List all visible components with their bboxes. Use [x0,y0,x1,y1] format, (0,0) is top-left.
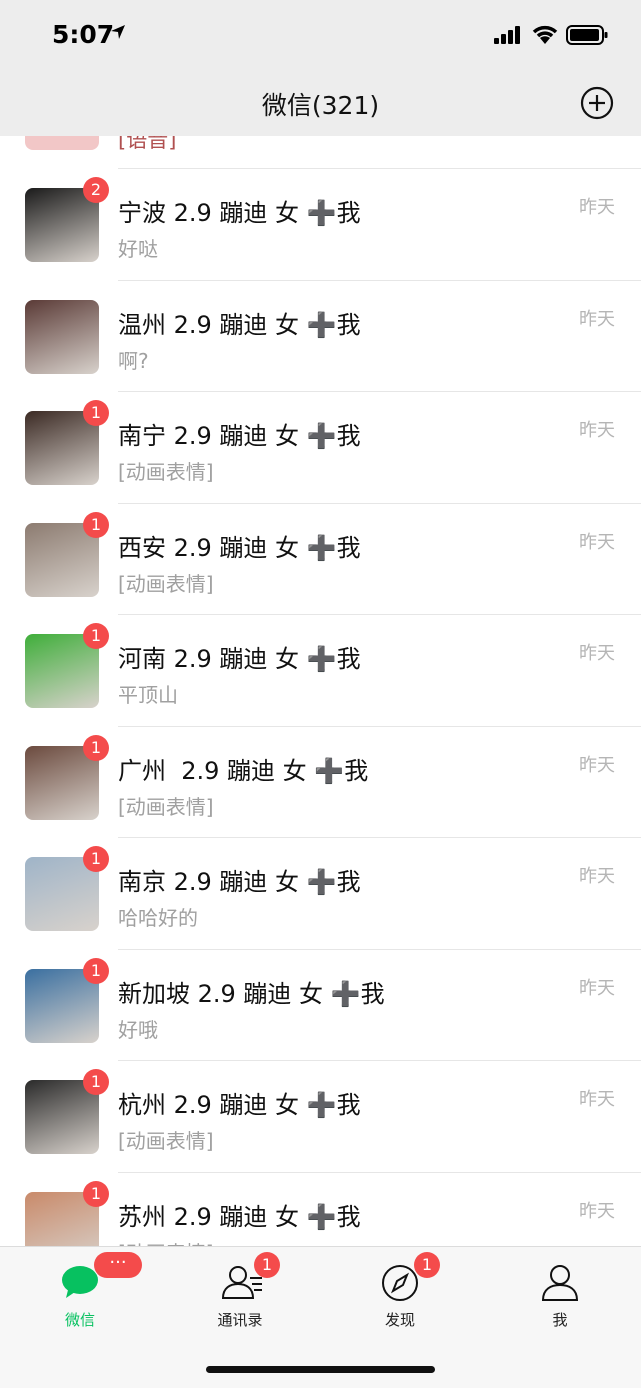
chat-preview: [动画表情] [118,571,214,596]
tab-discover[interactable]: 发现 1 [340,1247,460,1337]
unread-badge: 1 [83,1180,109,1207]
chat-preview: 好哦 [118,1017,158,1042]
chat-name: 新加坡 2.9 蹦迪 女 ➕我 [118,979,385,1008]
status-bar: 5:07 [0,0,641,70]
chat-time: 昨天 [579,1200,615,1222]
chat-name: 南京 2.9 蹦迪 女 ➕我 [118,868,361,896]
chat-preview: 啊? [118,348,149,373]
chat-time: 昨天 [579,531,615,553]
chat-preview: [动画表情] [118,794,214,819]
status-time: 5:07 [52,20,115,49]
chat-name: 河南 2.9 蹦迪 女 ➕我 [118,645,361,673]
chat-name: 广州 2.9 蹦迪 女 ➕我 [118,756,369,785]
unread-badge: 1 [83,846,109,872]
battery-icon [566,25,608,45]
chat-preview: 哈哈好的 [118,906,198,930]
chat-time: 昨天 [579,420,615,441]
chat-row[interactable]: 1 苏州 2.9 蹦迪 女 ➕我 [动画表情] 昨天 [0,1173,641,1247]
tab-contacts[interactable]: 通讯录 1 [180,1247,300,1337]
chat-time: 昨天 [579,977,615,999]
chat-row[interactable]: 温州 2.9 蹦迪 女 ➕我啊? 昨天 [0,281,641,392]
chat-row[interactable]: 1 广州 2.9 蹦迪 女 ➕我 [动画表情] 昨天 [0,727,641,838]
cellular-signal-icon [494,26,520,44]
chat-time: 昨天 [579,643,615,664]
tab-badge: 1 [254,1252,280,1278]
nav-bar: 微信(321) [0,70,641,136]
chat-name: 苏州 2.9 蹦迪 女 ➕我 [118,1202,361,1231]
tab-badge: 1 [414,1252,440,1278]
wifi-icon [532,25,558,44]
avatar [25,136,99,150]
chat-time: 昨天 [579,308,615,330]
chat-time: 昨天 [579,1089,615,1110]
chat-name: 南宁 2.9 蹦迪 女 ➕我 [118,422,361,450]
chat-preview: 好哒 [118,237,158,261]
tab-chats[interactable]: 微信 ··· [20,1247,142,1337]
tab-label: 发现 [384,1311,415,1329]
unread-badge: 1 [83,400,109,426]
tab-label: 微信 [64,1311,95,1329]
chat-row-partial[interactable]: [语音] [0,136,641,169]
chat-row[interactable]: 1 南京 2.9 蹦迪 女 ➕我哈哈好的 昨天 [0,838,641,950]
chat-row[interactable]: 1 杭州 2.9 蹦迪 女 ➕我 [动画表情] 昨天 [0,1061,641,1173]
chat-row[interactable]: 2 宁波 2.9 蹦迪 女 ➕我好哒 昨天 [0,169,641,281]
unread-badge: 1 [83,511,109,538]
chat-name: 杭州 2.9 蹦迪 女 ➕我 [118,1091,361,1119]
avatar [25,299,99,374]
tab-label: 通讯录 [217,1311,263,1329]
chat-name: 温州 2.9 蹦迪 女 ➕我 [118,310,361,339]
chat-preview: [语音] [118,136,177,152]
chat-row[interactable]: 1 南宁 2.9 蹦迪 女 ➕我 [动画表情] 昨天 [0,392,641,504]
chat-preview: [动画表情] [118,1237,214,1247]
add-circle-icon[interactable] [580,86,614,120]
chat-time: 昨天 [579,866,615,887]
chat-time: 昨天 [579,754,615,776]
chat-row[interactable]: 1 河南 2.9 蹦迪 女 ➕我平顶山 昨天 [0,615,641,727]
chat-preview: [动画表情] [118,460,214,484]
chat-list[interactable]: [语音] 2 宁波 2.9 蹦迪 女 ➕我 好哒 昨天 温州 2.9 蹦迪 女 ➕我 啊?… [0,136,641,1246]
unread-badge: 2 [83,177,109,203]
person-icon [541,1265,579,1301]
location-arrow-icon [111,25,125,39]
tab-badge: ··· [94,1252,142,1278]
home-indicator [206,1366,435,1373]
unread-badge: 1 [83,957,109,984]
tab-label: 我 [552,1311,568,1329]
tab-me[interactable]: 我 [500,1247,620,1337]
unread-badge: 1 [83,1069,109,1095]
chat-preview: 平顶山 [118,683,178,707]
chat-row[interactable]: 1 西安 2.9 蹦迪 女 ➕我 [动画表情] 昨天 [0,504,641,615]
unread-badge: 1 [83,623,109,649]
chat-preview: [动画表情] [118,1129,214,1153]
unread-badge: 1 [83,734,109,761]
chat-name: 西安 2.9 蹦迪 女 ➕我 [118,533,361,562]
chat-name: 宁波 2.9 蹦迪 女 ➕我 [118,199,361,227]
chat-row[interactable]: 1 新加坡 2.9 蹦迪 女 ➕我好哦 昨天 [0,950,641,1061]
page-title: 微信(321) [261,91,380,120]
chat-time: 昨天 [579,197,615,218]
